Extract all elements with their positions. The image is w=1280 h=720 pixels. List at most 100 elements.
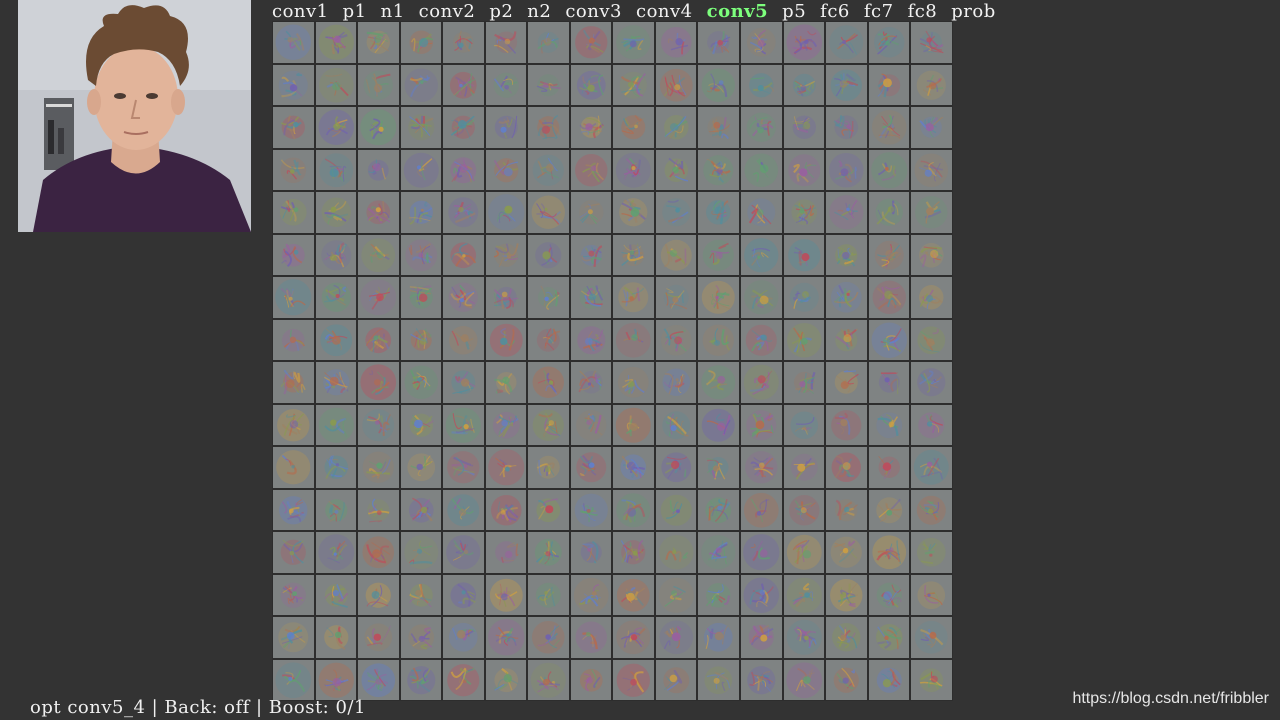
feature-cell[interactable]	[654, 106, 698, 149]
feature-cell[interactable]	[484, 361, 528, 404]
feature-cell[interactable]	[527, 276, 570, 319]
layer-tab-p2[interactable]: p2	[489, 1, 513, 22]
feature-cell[interactable]	[910, 616, 953, 659]
feature-cell[interactable]	[825, 361, 868, 404]
feature-cell[interactable]	[697, 403, 741, 446]
feature-cell[interactable]	[357, 21, 400, 64]
feature-cell[interactable]	[314, 403, 358, 446]
feature-cell[interactable]	[867, 403, 911, 446]
feature-cell[interactable]	[357, 616, 400, 659]
feature-cell[interactable]	[314, 106, 358, 149]
feature-cell[interactable]	[910, 106, 953, 149]
feature-cell[interactable]	[697, 488, 741, 531]
feature-cell[interactable]	[910, 276, 953, 319]
feature-cell[interactable]	[825, 63, 868, 106]
feature-cell[interactable]	[569, 233, 613, 276]
feature-cell[interactable]	[442, 361, 485, 404]
feature-cell[interactable]	[697, 658, 741, 701]
feature-cell[interactable]	[314, 488, 358, 531]
layer-tab-conv1[interactable]: conv1	[272, 1, 329, 22]
feature-cell[interactable]	[527, 573, 570, 616]
feature-cell[interactable]	[782, 276, 826, 319]
feature-cell[interactable]	[272, 446, 315, 489]
feature-cell[interactable]	[612, 488, 655, 531]
feature-cell[interactable]	[697, 106, 741, 149]
layer-tab-conv5[interactable]: conv5	[707, 1, 769, 22]
feature-cell[interactable]	[442, 21, 485, 64]
feature-cell[interactable]	[867, 63, 911, 106]
feature-cell[interactable]	[442, 276, 485, 319]
feature-cell[interactable]	[569, 318, 613, 361]
layer-tab-prob[interactable]: prob	[951, 1, 996, 22]
feature-cell[interactable]	[867, 616, 911, 659]
feature-cell[interactable]	[484, 446, 528, 489]
feature-cell[interactable]	[272, 21, 315, 64]
feature-cell[interactable]	[357, 403, 400, 446]
feature-cell[interactable]	[442, 106, 485, 149]
feature-cell[interactable]	[910, 233, 953, 276]
layer-tab-n2[interactable]: n2	[527, 1, 551, 22]
feature-cell[interactable]	[612, 573, 655, 616]
feature-cell[interactable]	[527, 21, 570, 64]
feature-cell[interactable]	[399, 276, 443, 319]
layer-tab-conv4[interactable]: conv4	[636, 1, 693, 22]
feature-cell[interactable]	[527, 488, 570, 531]
feature-cell[interactable]	[740, 148, 783, 191]
feature-cell[interactable]	[484, 276, 528, 319]
feature-cell[interactable]	[612, 191, 655, 234]
feature-cell[interactable]	[314, 21, 358, 64]
feature-cell[interactable]	[697, 446, 741, 489]
feature-cell[interactable]	[272, 276, 315, 319]
feature-cell[interactable]	[910, 21, 953, 64]
feature-cell[interactable]	[442, 616, 485, 659]
feature-cell[interactable]	[867, 276, 911, 319]
feature-cell[interactable]	[782, 446, 826, 489]
feature-cell[interactable]	[272, 106, 315, 149]
feature-cell[interactable]	[357, 191, 400, 234]
feature-cell[interactable]	[272, 191, 315, 234]
feature-cell[interactable]	[612, 531, 655, 574]
feature-cell[interactable]	[569, 616, 613, 659]
feature-cell[interactable]	[484, 488, 528, 531]
feature-cell[interactable]	[399, 573, 443, 616]
feature-cell[interactable]	[867, 658, 911, 701]
feature-cell[interactable]	[527, 446, 570, 489]
feature-cell[interactable]	[697, 276, 741, 319]
feature-cell[interactable]	[314, 531, 358, 574]
feature-cell[interactable]	[740, 361, 783, 404]
feature-cell[interactable]	[867, 233, 911, 276]
feature-cell[interactable]	[272, 616, 315, 659]
feature-cell[interactable]	[867, 573, 911, 616]
feature-cell[interactable]	[825, 616, 868, 659]
feature-cell[interactable]	[357, 148, 400, 191]
feature-cell[interactable]	[484, 191, 528, 234]
feature-cell[interactable]	[484, 233, 528, 276]
feature-cell[interactable]	[527, 191, 570, 234]
feature-cell[interactable]	[654, 63, 698, 106]
feature-cell[interactable]	[825, 106, 868, 149]
feature-cell[interactable]	[697, 191, 741, 234]
feature-cell[interactable]	[782, 531, 826, 574]
feature-cell[interactable]	[612, 276, 655, 319]
feature-cell[interactable]	[357, 531, 400, 574]
feature-cell[interactable]	[740, 573, 783, 616]
feature-cell[interactable]	[782, 318, 826, 361]
feature-cell[interactable]	[612, 446, 655, 489]
feature-cell[interactable]	[314, 276, 358, 319]
feature-cell[interactable]	[740, 658, 783, 701]
feature-cell[interactable]	[527, 106, 570, 149]
feature-cell[interactable]	[740, 318, 783, 361]
feature-cell[interactable]	[569, 531, 613, 574]
feature-cell[interactable]	[399, 191, 443, 234]
feature-cell[interactable]	[612, 658, 655, 701]
feature-cell[interactable]	[910, 573, 953, 616]
feature-cell[interactable]	[399, 488, 443, 531]
feature-cell[interactable]	[527, 658, 570, 701]
feature-cell[interactable]	[569, 573, 613, 616]
feature-cell[interactable]	[825, 276, 868, 319]
feature-cell[interactable]	[867, 531, 911, 574]
feature-cell[interactable]	[569, 21, 613, 64]
feature-cell[interactable]	[272, 361, 315, 404]
feature-cell[interactable]	[314, 233, 358, 276]
feature-cell[interactable]	[569, 276, 613, 319]
